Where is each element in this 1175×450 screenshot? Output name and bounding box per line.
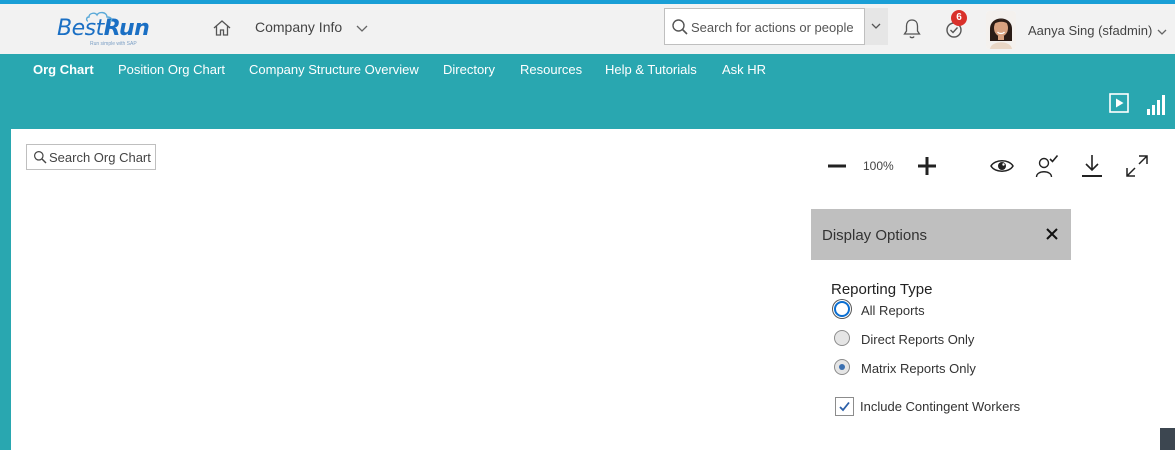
- include-contingent-workers-checkbox[interactable]: [835, 397, 854, 416]
- tab-directory[interactable]: Directory: [443, 62, 495, 77]
- chevron-down-icon[interactable]: [355, 21, 369, 35]
- chevron-down-icon: [871, 23, 881, 29]
- zoom-level: 100%: [863, 159, 894, 173]
- search-icon: [34, 151, 47, 164]
- global-search-input[interactable]: [691, 18, 861, 36]
- notifications-bell-icon[interactable]: [902, 18, 922, 40]
- checkmark-icon: [839, 401, 850, 412]
- play-video-icon[interactable]: [1109, 93, 1129, 113]
- left-side-strip: [0, 129, 11, 450]
- tab-company-structure-overview[interactable]: Company Structure Overview: [249, 62, 419, 77]
- tab-ask-hr[interactable]: Ask HR: [722, 62, 766, 77]
- module-picker[interactable]: Company Info: [255, 19, 342, 35]
- zoom-out-icon[interactable]: [826, 164, 848, 168]
- bestrun-logo[interactable]: BestRun Run simple with SAP: [57, 11, 167, 52]
- zoom-in-icon[interactable]: [916, 155, 938, 177]
- user-avatar[interactable]: [986, 11, 1016, 49]
- radio-all-reports[interactable]: [834, 301, 850, 317]
- org-chart-search-input[interactable]: [49, 150, 153, 165]
- org-chart-search[interactable]: [26, 144, 156, 170]
- avatar-photo: [986, 11, 1016, 49]
- display-options-eye-icon[interactable]: [989, 153, 1015, 179]
- reporting-type-label: Reporting Type: [831, 281, 933, 298]
- global-search[interactable]: [664, 8, 887, 45]
- tab-org-chart[interactable]: Org Chart: [33, 62, 94, 77]
- user-check-icon[interactable]: [1034, 153, 1060, 179]
- radio-direct-reports-only[interactable]: [834, 330, 850, 346]
- radio-matrix-reports-only[interactable]: [834, 359, 850, 375]
- search-icon: [672, 19, 688, 35]
- tab-help-tutorials[interactable]: Help & Tutorials: [605, 62, 697, 77]
- cloud-icon: [85, 11, 113, 22]
- radio-direct-reports-only-label[interactable]: Direct Reports Only: [861, 332, 974, 347]
- tab-position-org-chart[interactable]: Position Org Chart: [118, 62, 225, 77]
- close-icon[interactable]: [1044, 226, 1060, 242]
- org-chart-subnav: Org Chart Position Org Chart Company Str…: [0, 54, 1175, 129]
- shell-header: BestRun Run simple with SAP Company Info…: [0, 4, 1175, 54]
- chevron-down-icon[interactable]: [1156, 26, 1168, 38]
- radio-all-reports-label[interactable]: All Reports: [861, 303, 925, 318]
- search-scope-dropdown[interactable]: [864, 8, 888, 45]
- include-contingent-workers-label[interactable]: Include Contingent Workers: [860, 399, 1020, 414]
- notification-count-badge: 6: [951, 10, 967, 26]
- analytics-bars-icon[interactable]: [1146, 94, 1166, 116]
- display-options-header: Display Options: [811, 209, 1071, 260]
- logo-tagline: Run simple with SAP: [90, 41, 137, 47]
- display-options-title: Display Options: [822, 227, 928, 244]
- download-icon[interactable]: [1079, 153, 1105, 179]
- fullscreen-expand-icon[interactable]: [1124, 153, 1150, 179]
- tab-resources[interactable]: Resources: [520, 62, 582, 77]
- corner-scroll-element: [1160, 428, 1175, 450]
- radio-matrix-reports-only-label[interactable]: Matrix Reports Only: [861, 361, 976, 376]
- home-icon[interactable]: [212, 18, 232, 38]
- user-menu[interactable]: Aanya Sing (sfadmin): [1028, 23, 1152, 38]
